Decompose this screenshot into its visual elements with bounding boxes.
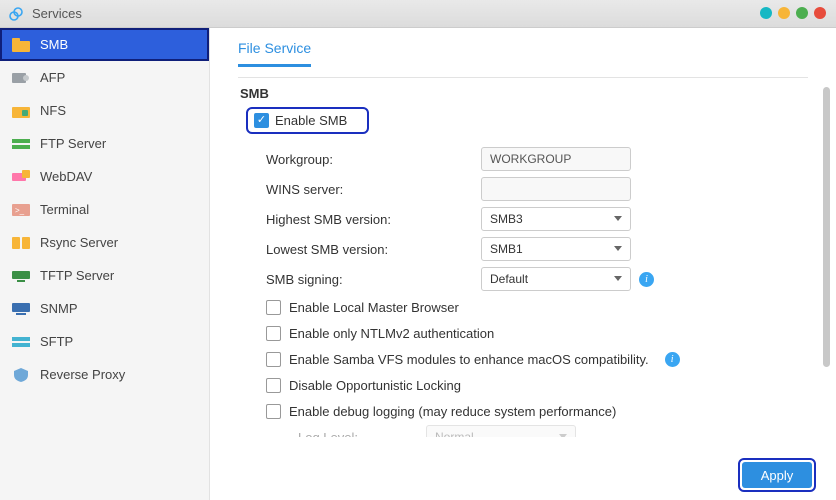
sidebar-item-label: NFS	[40, 103, 66, 118]
local-master-checkbox[interactable]	[266, 300, 281, 315]
sidebar-item-label: AFP	[40, 70, 65, 85]
webdav-icon	[12, 170, 30, 184]
snmp-icon	[12, 302, 30, 316]
sidebar-item-label: TFTP Server	[40, 268, 114, 283]
local-master-label: Enable Local Master Browser	[289, 300, 459, 315]
select-value: Normal	[435, 430, 474, 437]
sidebar-item-label: WebDAV	[40, 169, 92, 184]
log-level-label: Log Level:	[298, 430, 418, 438]
window-title: Services	[32, 6, 82, 21]
sftp-icon	[12, 335, 30, 349]
app-icon	[8, 6, 24, 22]
main-panel: File Service SMB Enable SMB Workgroup: W…	[210, 28, 836, 500]
sidebar-item-reverse-proxy[interactable]: Reverse Proxy	[0, 358, 209, 391]
sidebar-item-label: SMB	[40, 37, 68, 52]
enable-smb-label: Enable SMB	[275, 113, 347, 128]
sidebar-item-smb[interactable]: SMB	[0, 28, 209, 61]
sidebar-item-ftp[interactable]: FTP Server	[0, 127, 209, 160]
sidebar-item-nfs[interactable]: NFS	[0, 94, 209, 127]
vfs-checkbox[interactable]	[266, 352, 281, 367]
workgroup-input[interactable]	[481, 147, 631, 171]
sidebar-item-label: SNMP	[40, 301, 78, 316]
wins-input[interactable]	[481, 177, 631, 201]
folder-icon	[12, 38, 30, 52]
info-icon[interactable]: i	[639, 272, 654, 287]
ntlmv2-checkbox[interactable]	[266, 326, 281, 341]
traffic-dot[interactable]	[796, 7, 808, 19]
scrollbar-thumb[interactable]	[823, 87, 830, 367]
oplock-label: Disable Opportunistic Locking	[289, 378, 461, 393]
lowest-smb-select[interactable]: SMB1	[481, 237, 631, 261]
apply-highlight: Apply	[738, 458, 816, 492]
window-controls	[760, 7, 826, 19]
tab-file-service[interactable]: File Service	[238, 40, 311, 67]
titlebar: Services	[0, 0, 836, 28]
tftp-icon	[12, 269, 30, 283]
sidebar-item-afp[interactable]: AFP	[0, 61, 209, 94]
enable-smb-row: Enable SMB	[246, 107, 369, 134]
log-level-select: Normal	[426, 425, 576, 437]
chevron-down-icon	[614, 216, 622, 221]
vfs-label: Enable Samba VFS modules to enhance macO…	[289, 352, 649, 367]
chevron-down-icon	[614, 246, 622, 251]
sidebar-item-terminal[interactable]: >_ Terminal	[0, 193, 209, 226]
sidebar-item-rsync[interactable]: Rsync Server	[0, 226, 209, 259]
debug-checkbox[interactable]	[266, 404, 281, 419]
scrollbar[interactable]	[823, 87, 830, 447]
apply-button[interactable]: Apply	[742, 462, 812, 488]
oplock-checkbox[interactable]	[266, 378, 281, 393]
traffic-dot[interactable]	[814, 7, 826, 19]
rsync-icon	[12, 236, 30, 250]
select-value: Default	[490, 272, 528, 286]
select-value: SMB3	[490, 212, 523, 226]
sidebar-item-label: Reverse Proxy	[40, 367, 125, 382]
traffic-dot[interactable]	[778, 7, 790, 19]
svg-text:>_: >_	[15, 206, 25, 215]
ntlmv2-label: Enable only NTLMv2 authentication	[289, 326, 494, 341]
sidebar: SMB AFP NFS FTP Server WebDAV	[0, 28, 210, 500]
smb-signing-select[interactable]: Default	[481, 267, 631, 291]
lowest-smb-label: Lowest SMB version:	[266, 242, 481, 257]
sidebar-item-label: SFTP	[40, 334, 73, 349]
sidebar-item-webdav[interactable]: WebDAV	[0, 160, 209, 193]
sidebar-item-label: Terminal	[40, 202, 89, 217]
sidebar-item-tftp[interactable]: TFTP Server	[0, 259, 209, 292]
traffic-dot[interactable]	[760, 7, 772, 19]
sidebar-item-label: Rsync Server	[40, 235, 118, 250]
sidebar-item-label: FTP Server	[40, 136, 106, 151]
smb-signing-label: SMB signing:	[266, 272, 481, 287]
wins-label: WINS server:	[266, 182, 481, 197]
chevron-down-icon	[559, 434, 567, 437]
shield-icon	[12, 368, 30, 382]
highest-smb-label: Highest SMB version:	[266, 212, 481, 227]
enable-smb-checkbox[interactable]	[254, 113, 269, 128]
ftp-icon	[12, 137, 30, 151]
nfs-icon	[12, 104, 30, 118]
workgroup-label: Workgroup:	[266, 152, 481, 167]
highest-smb-select[interactable]: SMB3	[481, 207, 631, 231]
sidebar-item-snmp[interactable]: SNMP	[0, 292, 209, 325]
chevron-down-icon	[614, 276, 622, 281]
debug-label: Enable debug logging (may reduce system …	[289, 404, 616, 419]
sidebar-item-sftp[interactable]: SFTP	[0, 325, 209, 358]
terminal-icon: >_	[12, 203, 30, 217]
afp-icon	[12, 71, 30, 85]
select-value: SMB1	[490, 242, 523, 256]
info-icon[interactable]: i	[665, 352, 680, 367]
section-title: SMB	[240, 86, 808, 101]
